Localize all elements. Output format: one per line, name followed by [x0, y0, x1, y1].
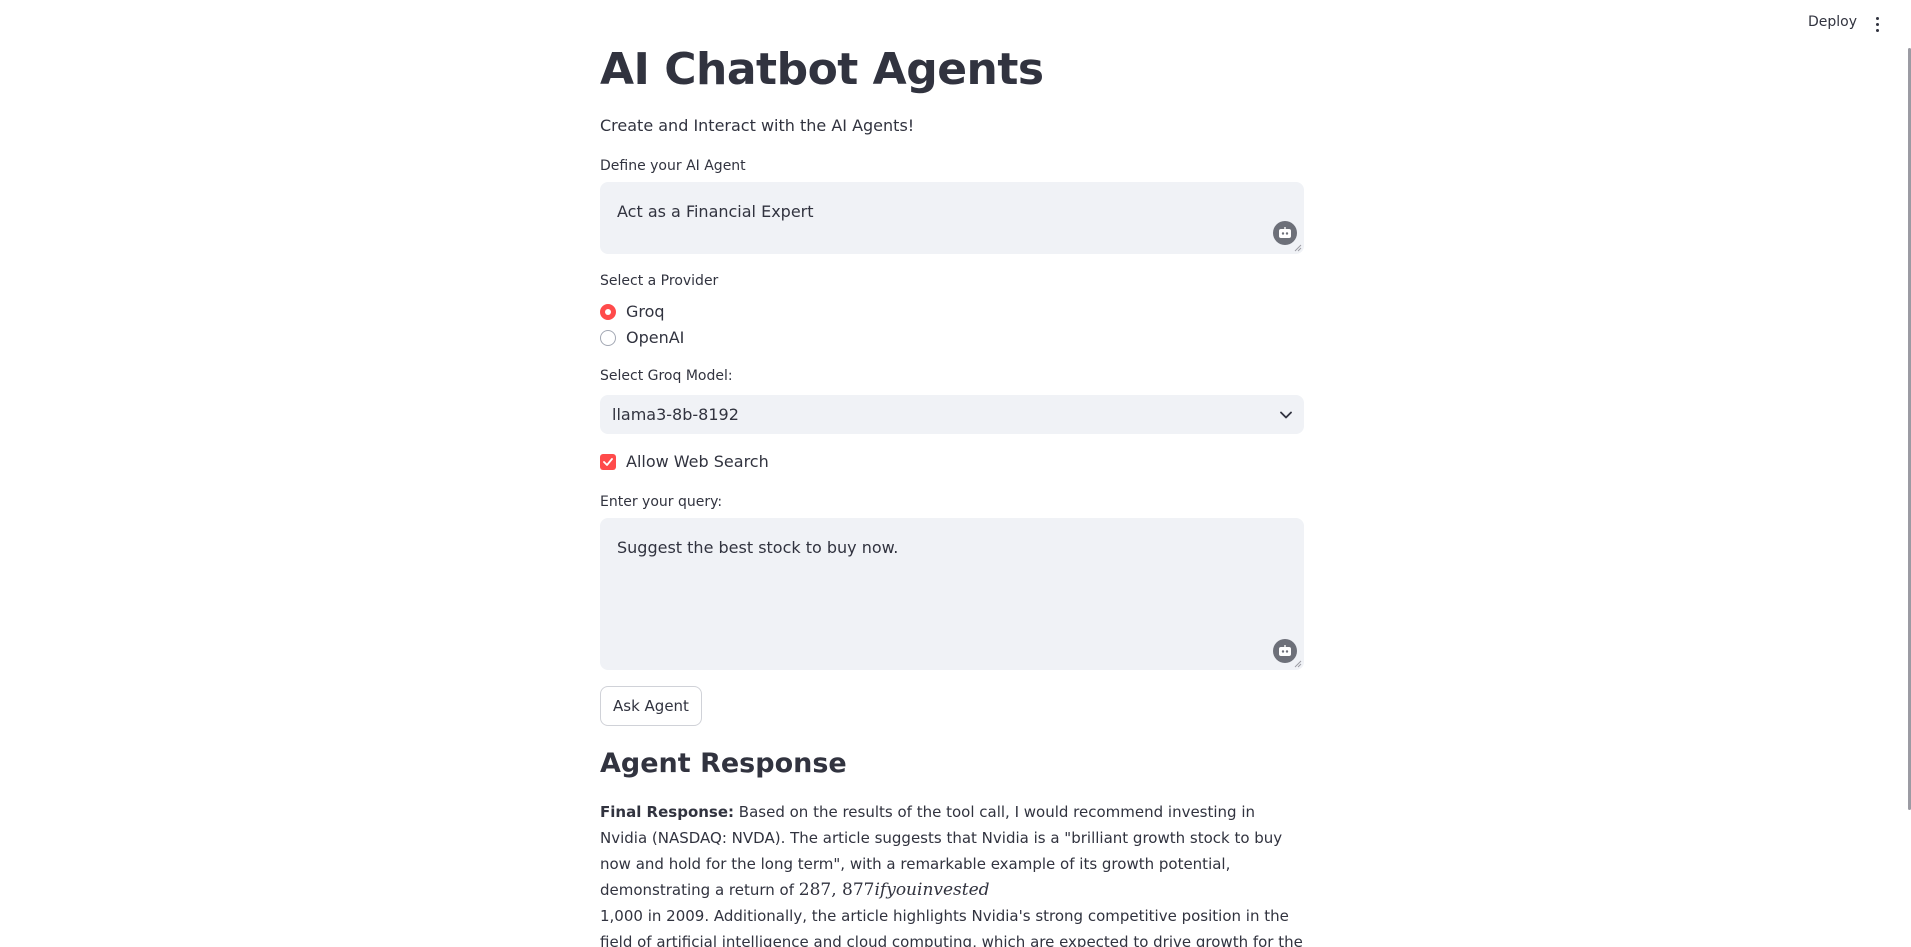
agent-definition-value: Act as a Financial Expert — [617, 202, 814, 221]
resize-grip-icon[interactable] — [1294, 660, 1302, 668]
checkbox-checked-icon[interactable] — [600, 453, 616, 470]
radio-checked-icon[interactable] — [600, 303, 616, 320]
agent-definition-textarea[interactable]: Act as a Financial Expert — [600, 182, 1304, 254]
query-textarea[interactable]: Suggest the best stock to buy now. — [600, 518, 1304, 670]
response-prefix: Final Response: — [600, 803, 735, 821]
app-page: Deploy AI Chatbot Agents Create and Inte… — [0, 0, 1911, 947]
response-math-inline: 287, 877ifyouinvested — [798, 880, 990, 900]
web-search-checkbox-row[interactable]: Allow Web Search — [600, 452, 769, 471]
ask-agent-button[interactable]: Ask Agent — [600, 686, 702, 726]
response-heading: Agent Response — [600, 748, 847, 779]
top-toolbar: Deploy — [0, 0, 1911, 50]
response-text: Final Response: Based on the results of … — [600, 799, 1304, 947]
agent-definition-label: Define your AI Agent — [600, 158, 746, 174]
response-text-part2: 1,000 in 2009. Additionally, the article… — [600, 907, 1303, 947]
provider-option-label: Groq — [626, 302, 665, 321]
chevron-down-icon — [1280, 411, 1292, 418]
bot-icon[interactable] — [1273, 221, 1297, 245]
model-label: Select Groq Model: — [600, 368, 733, 384]
query-label: Enter your query: — [600, 494, 723, 510]
page-subtitle: Create and Interact with the AI Agents! — [600, 116, 915, 135]
web-search-label: Allow Web Search — [626, 452, 769, 471]
provider-option-openai[interactable]: OpenAI — [600, 328, 684, 347]
model-select[interactable]: llama3-8b-8192 — [600, 395, 1304, 434]
deploy-button[interactable]: Deploy — [1808, 14, 1857, 30]
more-vertical-icon[interactable] — [1867, 12, 1887, 36]
query-value: Suggest the best stock to buy now. — [617, 538, 899, 557]
resize-grip-icon[interactable] — [1294, 244, 1302, 252]
model-selected-value: llama3-8b-8192 — [612, 405, 739, 424]
provider-option-groq[interactable]: Groq — [600, 302, 665, 321]
radio-unchecked-icon[interactable] — [600, 329, 616, 346]
page-title: AI Chatbot Agents — [600, 44, 1044, 95]
provider-label: Select a Provider — [600, 273, 719, 289]
scrollbar[interactable] — [1903, 0, 1911, 947]
provider-option-label: OpenAI — [626, 328, 685, 347]
